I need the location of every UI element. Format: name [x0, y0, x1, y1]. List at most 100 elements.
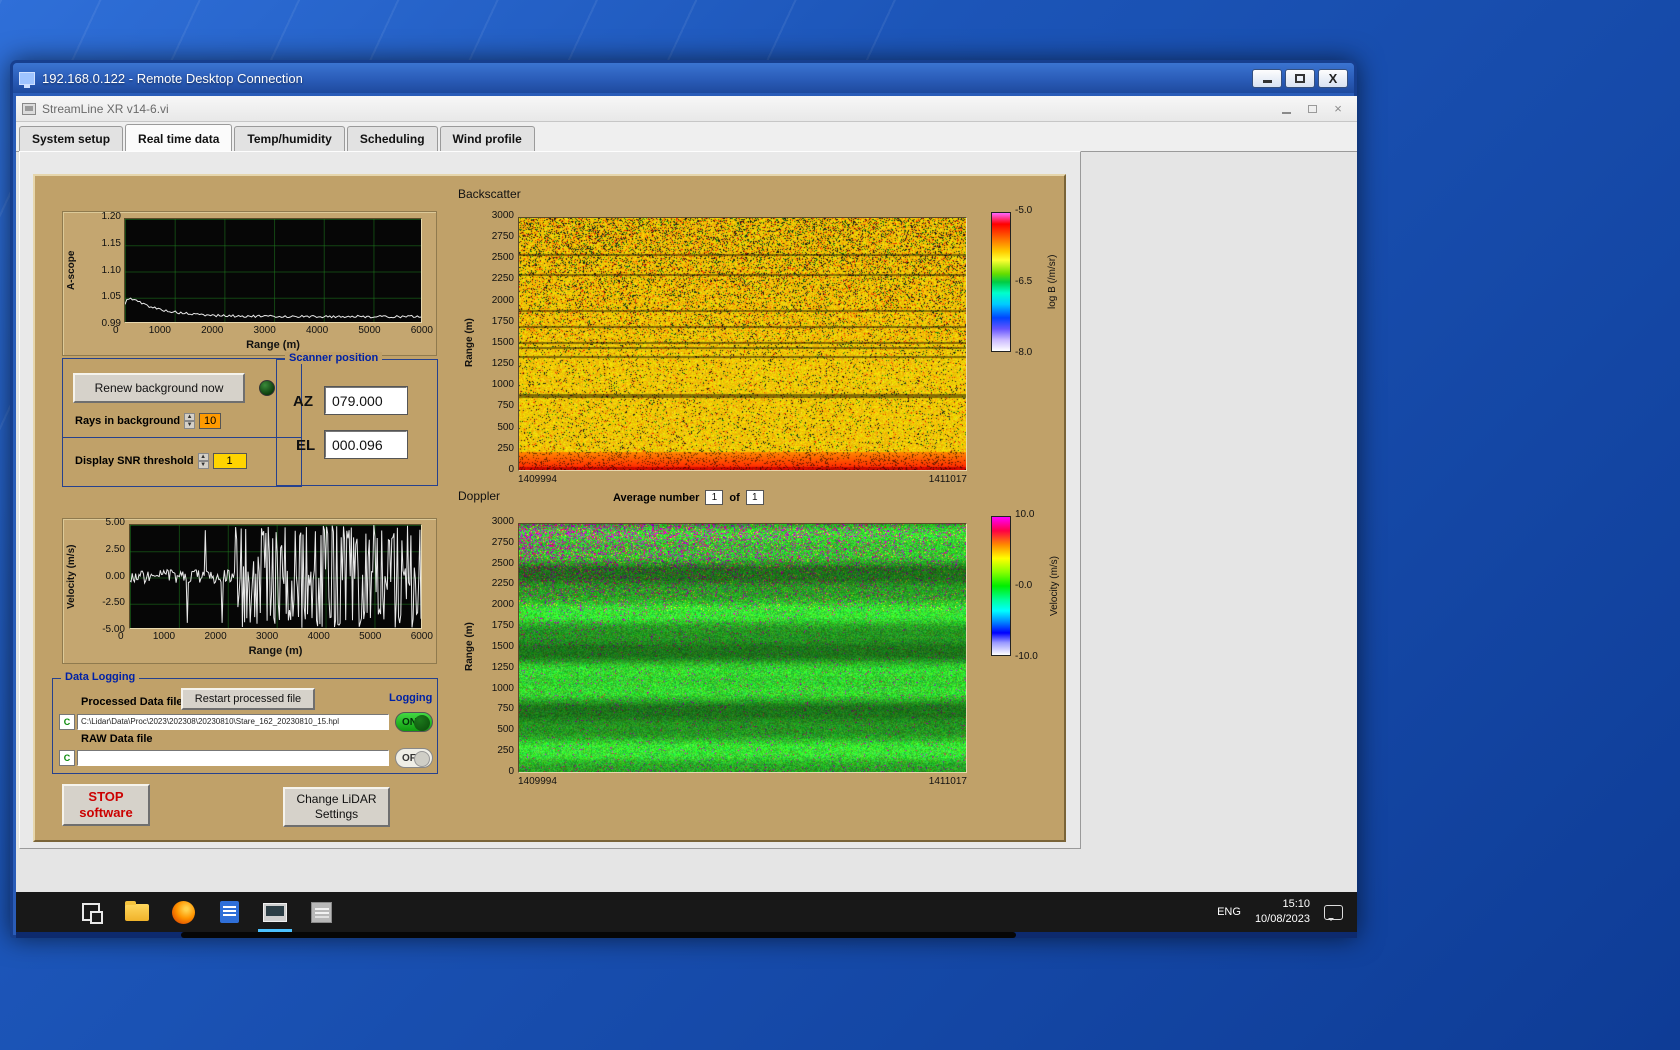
- average-number-row: Average number 1 of 1: [613, 490, 764, 505]
- processed-logging-toggle[interactable]: ON: [395, 712, 433, 732]
- processed-data-file-label: Processed Data file: [81, 696, 183, 708]
- tab-temp-humidity[interactable]: Temp/humidity: [234, 126, 345, 151]
- change-lidar-settings-button[interactable]: Change LiDAR Settings: [283, 787, 390, 827]
- tick-label: -0.0: [1015, 580, 1033, 591]
- processed-drive-box[interactable]: C: [59, 714, 75, 730]
- restart-processed-file-button[interactable]: Restart processed file: [181, 688, 315, 710]
- rays-value[interactable]: 10: [199, 413, 222, 429]
- tick-label: 1.15: [101, 237, 121, 249]
- background-controls-box: Renew background now Rays in background …: [62, 358, 302, 487]
- tick-label: 2750: [491, 231, 514, 243]
- backscatter-y-ticks: 3000 2750 2500 2250 2000 1750 1500 1250 1000 750 5…: [476, 211, 514, 475]
- app-titlebar[interactable]: StreamLine XR v14-6.vi ×: [16, 96, 1357, 122]
- taskbar-task-view-icon[interactable]: [68, 892, 114, 932]
- tick-label: 4000: [307, 631, 330, 642]
- logging-label: Logging: [389, 692, 433, 704]
- tab-real-time-data[interactable]: Real time data: [125, 124, 233, 152]
- velocity-y-axis-label: Velocity (m/s): [66, 544, 77, 610]
- horizontal-scrollbar[interactable]: [16, 932, 1357, 938]
- taskbar-scan-scheduler-icon[interactable]: [298, 892, 344, 932]
- of-label: of: [729, 491, 740, 504]
- tick-label: 3000: [491, 516, 514, 527]
- tick-label: -2.50: [102, 597, 125, 609]
- renew-background-button[interactable]: Renew background now: [73, 373, 245, 403]
- taskbar: ENG 15:10 10/08/2023: [16, 892, 1357, 932]
- velocity-x-axis-label: Range (m): [248, 645, 303, 657]
- notification-icon[interactable]: [1324, 904, 1343, 921]
- tick-label: 5.00: [105, 517, 125, 528]
- az-value[interactable]: 079.000: [324, 386, 408, 415]
- average-number-label: Average number: [613, 491, 700, 504]
- tick-label: 1000: [152, 631, 176, 642]
- scrollbar-thumb[interactable]: [181, 932, 1016, 938]
- backscatter-colorbar: [991, 212, 1011, 352]
- raw-logging-toggle[interactable]: OFF: [395, 748, 433, 768]
- app-maximize-button[interactable]: [1299, 100, 1325, 118]
- raw-path-field[interactable]: [77, 750, 389, 766]
- tick-label: 2000: [204, 631, 227, 642]
- tick-label: 500: [497, 724, 514, 736]
- tick-label: 1500: [491, 640, 514, 652]
- tab-strip: System setup Real time data Temp/humidit…: [16, 122, 1357, 152]
- tick-label: 2000: [201, 325, 224, 336]
- spinner-up-icon[interactable]: ▲: [184, 413, 196, 421]
- maximize-icon: [1295, 73, 1305, 83]
- taskbar-notes-icon[interactable]: [206, 892, 252, 932]
- tick-label: 5000: [359, 631, 382, 642]
- spinner-up-icon[interactable]: ▲: [197, 453, 209, 461]
- snr-threshold-label: Display SNR threshold: [75, 455, 194, 467]
- rdp-maximize-button[interactable]: [1285, 68, 1315, 88]
- doppler-colorbar-ticks: 10.0 -0.0 -10.0: [1015, 510, 1051, 662]
- processed-path-field[interactable]: C:\Lidar\Data\Proc\2023\202308\20230810\…: [77, 714, 389, 730]
- spinner-down-icon[interactable]: ▼: [197, 461, 209, 469]
- tab-wind-profile[interactable]: Wind profile: [439, 126, 535, 151]
- maximize-icon: [1307, 104, 1317, 113]
- renew-background-label: Renew background now: [94, 381, 224, 395]
- average-number-value[interactable]: 1: [705, 490, 724, 505]
- rdp-titlebar[interactable]: 192.168.0.122 - Remote Desktop Connectio…: [13, 63, 1354, 93]
- tick-label: 1.20: [101, 211, 121, 222]
- minimize-icon: [1281, 111, 1291, 114]
- tick-label: 1.05: [101, 291, 121, 303]
- snr-spinner[interactable]: ▲ ▼: [197, 453, 209, 469]
- background-led-indicator: [259, 380, 275, 396]
- taskbar-firefox-icon[interactable]: [160, 892, 206, 932]
- document-icon: [219, 901, 239, 923]
- el-label: EL: [296, 437, 316, 454]
- taskbar-file-explorer-icon[interactable]: [114, 892, 160, 932]
- raw-drive-box[interactable]: C: [59, 750, 75, 766]
- el-value[interactable]: 000.096: [324, 430, 408, 459]
- taskbar-clock[interactable]: 15:10 10/08/2023: [1255, 897, 1310, 927]
- velocity-graph: Velocity (m/s) 5.00 2.50 0.00 -2.50 -5.00 0 1…: [62, 518, 437, 664]
- stop-line2: software: [79, 805, 133, 820]
- language-indicator[interactable]: ENG: [1217, 906, 1241, 918]
- rdp-close-button[interactable]: X: [1318, 68, 1348, 88]
- snr-value[interactable]: 1: [212, 453, 247, 469]
- rdp-minimize-button[interactable]: [1252, 68, 1282, 88]
- task-view-icon: [82, 903, 103, 924]
- tick-label: -8.0: [1015, 347, 1033, 358]
- doppler-colorbar: [991, 516, 1011, 656]
- velocity-x-ticks: 0 1000 2000 3000 4000 5000 6000: [118, 632, 433, 642]
- tick-label: 0: [118, 631, 124, 642]
- doppler-y-axis-label: Range (m): [464, 622, 475, 672]
- tab-scheduling[interactable]: Scheduling: [346, 126, 438, 151]
- tick-label: 1750: [491, 315, 514, 327]
- tab-system-setup[interactable]: System setup: [19, 126, 124, 151]
- remote-session-icon: [263, 902, 287, 922]
- ascope-x-ticks: 0 1000 2000 3000 4000 5000 6000: [113, 326, 433, 336]
- scanner-position-title: Scanner position: [285, 352, 383, 364]
- spinner-down-icon[interactable]: ▼: [184, 421, 196, 429]
- stop-software-button[interactable]: STOP software: [62, 784, 150, 826]
- average-number-total[interactable]: 1: [745, 490, 764, 505]
- taskbar-active-app-icon[interactable]: [252, 892, 298, 932]
- app-minimize-button[interactable]: [1273, 100, 1299, 118]
- tick-label: 2250: [491, 578, 514, 590]
- doppler-title: Doppler: [458, 489, 501, 503]
- doppler-y-ticks: 3000 2750 2500 2250 2000 1750 1500 1250 1000 750 5…: [476, 517, 514, 777]
- app-close-button[interactable]: ×: [1325, 100, 1351, 118]
- velocity-y-ticks: 5.00 2.50 0.00 -2.50 -5.00: [85, 518, 125, 635]
- tick-label: 1250: [491, 661, 514, 673]
- rays-spinner[interactable]: ▲ ▼: [184, 413, 196, 429]
- raw-path-row: C: [59, 750, 389, 766]
